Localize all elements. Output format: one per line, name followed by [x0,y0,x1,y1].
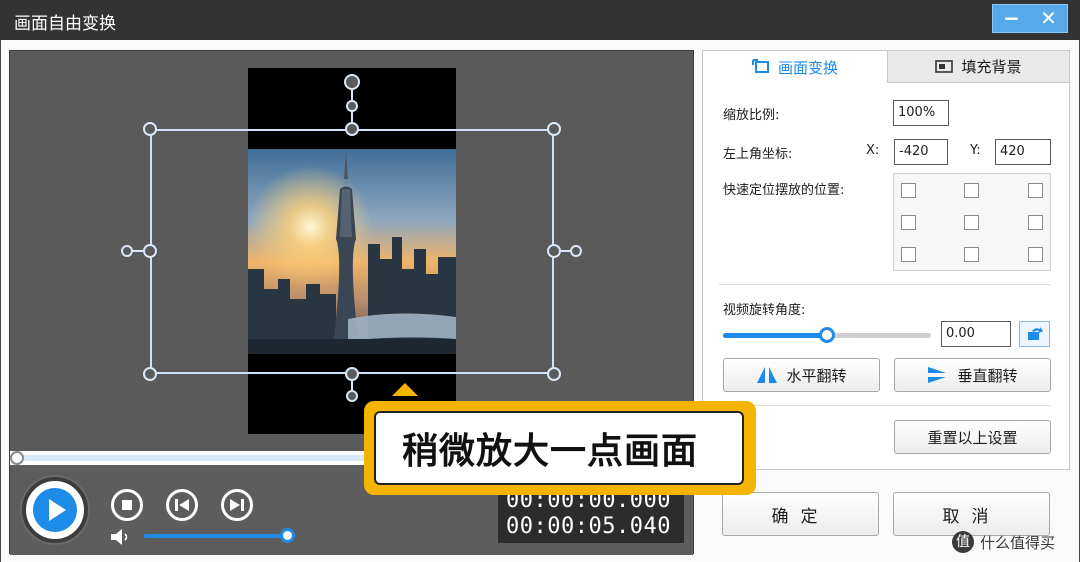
transform-icon [751,59,769,73]
position-top-right-checkbox[interactable] [1028,183,1043,198]
minimize-button[interactable]: − [993,5,1030,32]
video-preview[interactable] [10,51,693,451]
volume-icon[interactable] [110,529,134,545]
rotation-input[interactable]: 0.00 [941,321,1011,347]
ok-button[interactable]: 确定 [722,492,879,536]
next-frame-button[interactable] [221,489,253,521]
flip-vertical-button[interactable]: 垂直翻转 [894,358,1051,392]
previous-frame-icon [175,499,189,511]
flip-horizontal-icon [757,367,778,383]
position-marker-icon [392,383,418,396]
play-icon [33,488,77,532]
position-center-checkbox[interactable] [964,215,979,230]
reset-settings-button[interactable]: 重置以上设置 [894,420,1051,454]
quick-position-label: 快速定位摆放的位置: [723,183,845,198]
y-label: Y: [970,143,981,158]
rotate-icon [1027,327,1043,340]
watermark: 值 什么值得买 [952,531,1055,553]
rotate-button[interactable] [1019,321,1050,347]
x-input[interactable]: -420 [894,139,948,165]
quick-position-grid [893,173,1051,271]
position-label: 左上角坐标: [723,147,793,162]
title-bar: 画面自由变换 − ✕ [0,0,1080,40]
stop-icon [122,500,132,510]
watermark-text: 什么值得买 [980,533,1056,552]
play-button[interactable] [22,477,88,543]
position-bottom-center-checkbox[interactable] [964,247,979,262]
tab-fill-background-label: 填充背景 [961,58,1022,76]
close-button[interactable]: ✕ [1030,5,1067,32]
position-top-left-checkbox[interactable] [901,183,916,198]
volume-slider[interactable] [144,534,288,538]
rotation-label: 视频旋转角度: [723,303,806,318]
volume-handle[interactable] [280,528,295,543]
transform-selection-box[interactable] [150,129,554,374]
window-controls: − ✕ [992,4,1068,33]
x-label: X: [866,143,880,158]
seek-handle[interactable] [10,451,24,465]
cancel-button[interactable]: 取消 [893,492,1050,536]
divider [719,405,1051,406]
position-bottom-left-checkbox[interactable] [901,247,916,262]
annotation-text: 稍微放大一点画面 [374,411,744,485]
total-time: 00:00:05.040 [506,514,671,539]
flip-horizontal-button[interactable]: 水平翻转 [723,358,880,392]
settings-tabs: 画面变换 填充背景 [703,51,1069,83]
window-title: 画面自由变换 [14,14,116,34]
y-input[interactable]: 420 [995,139,1051,165]
settings-panel: 画面变换 填充背景 缩放比例: 100% 左上角坐标: X: -420 Y: 4… [702,50,1070,470]
rotation-slider-fill [723,333,827,338]
position-top-center-checkbox[interactable] [964,183,979,198]
previous-frame-button[interactable] [166,489,198,521]
rotation-slider-handle[interactable] [819,327,835,343]
fill-background-icon [935,59,954,73]
flip-vertical-label: 垂直翻转 [957,366,1018,385]
tab-transform-label: 画面变换 [777,58,838,77]
position-bottom-right-checkbox[interactable] [1028,247,1043,262]
position-middle-right-checkbox[interactable] [1028,215,1043,230]
flip-vertical-icon [928,367,947,383]
scale-label: 缩放比例: [723,108,780,123]
next-frame-icon [230,499,244,511]
scale-input[interactable]: 100% [893,100,949,126]
position-middle-left-checkbox[interactable] [901,215,916,230]
flip-horizontal-label: 水平翻转 [786,366,847,385]
tab-transform[interactable]: 画面变换 [703,51,887,83]
tab-fill-background[interactable]: 填充背景 [887,51,1069,83]
divider [719,284,1051,285]
annotation-callout: 稍微放大一点画面 [364,401,756,495]
watermark-logo: 值 [952,531,974,553]
stop-button[interactable] [111,489,143,521]
